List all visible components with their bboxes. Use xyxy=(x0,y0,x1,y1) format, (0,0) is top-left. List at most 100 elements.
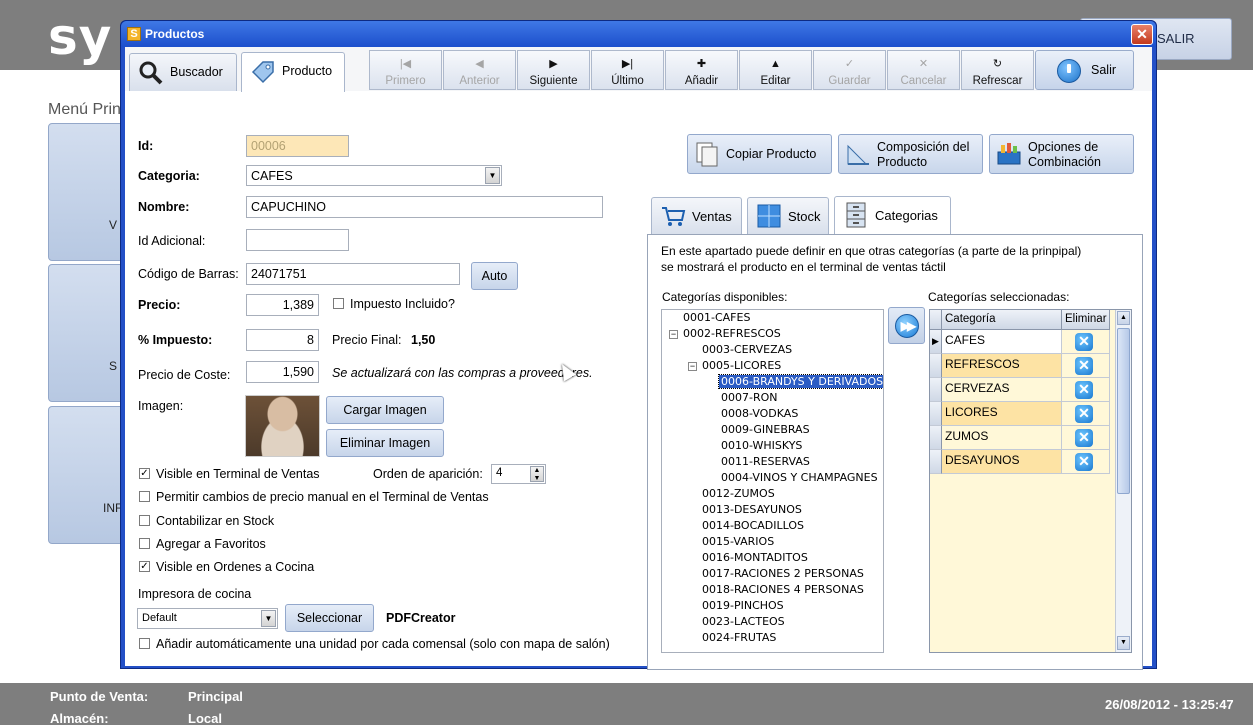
auto-button[interactable]: Auto xyxy=(471,262,518,290)
grid-header-categoria[interactable]: Categoría xyxy=(942,310,1062,330)
delete-icon[interactable]: ✕ xyxy=(1075,405,1093,423)
impuesto-incluido-checkbox[interactable] xyxy=(333,298,344,309)
add-button[interactable]: ✚ Añadir xyxy=(665,50,738,90)
grid-row[interactable]: REFRESCOS ✕ xyxy=(930,354,1110,378)
visible-cocina-checkbox[interactable]: ✓ xyxy=(139,561,150,572)
scroll-down-icon[interactable]: ▼ xyxy=(1117,636,1130,650)
next-icon: ▶ xyxy=(549,58,558,70)
delete-icon[interactable]: ✕ xyxy=(1075,453,1093,471)
nombre-field[interactable]: CAPUCHINO xyxy=(246,196,603,218)
precio-field[interactable]: 1,389 xyxy=(246,294,319,316)
punto-value: Principal xyxy=(188,689,243,704)
copiar-producto-button[interactable]: Copiar Producto xyxy=(687,134,832,174)
chevron-down-icon[interactable]: ▼ xyxy=(261,610,276,627)
collapse-icon[interactable]: − xyxy=(669,330,678,339)
delete-icon[interactable]: ✕ xyxy=(1075,381,1093,399)
tree-node[interactable]: 0024-FRUTAS xyxy=(702,631,776,644)
delete-icon[interactable]: ✕ xyxy=(1075,333,1093,351)
tree-node[interactable]: 0005-LICORES xyxy=(702,359,781,372)
tab-categorias[interactable]: Categorias xyxy=(834,196,951,235)
scroll-thumb[interactable] xyxy=(1117,328,1130,494)
opciones-combinacion-button[interactable]: Opciones de Combinación xyxy=(989,134,1134,174)
grid-row[interactable]: CERVEZAS ✕ xyxy=(930,378,1110,402)
grid-cell-categoria[interactable]: CERVEZAS xyxy=(942,378,1062,402)
codigo-barras-field[interactable]: 24071751 xyxy=(246,263,460,285)
tree-node[interactable]: 0013-DESAYUNOS xyxy=(702,503,802,516)
grid-cell-categoria[interactable]: REFRESCOS xyxy=(942,354,1062,378)
row-indicator xyxy=(930,354,942,378)
chevron-down-icon[interactable]: ▼ xyxy=(485,167,500,184)
categories-tree[interactable]: − − 0001-CAFES 0002-REFRESCOS 0003-CERVE… xyxy=(661,309,884,653)
tree-node[interactable]: 0012-ZUMOS xyxy=(702,487,775,500)
tree-node[interactable]: 0010-WHISKYS xyxy=(721,439,802,452)
cancel-button[interactable]: ✕ Cancelar xyxy=(887,50,960,90)
grid-cell-categoria[interactable]: ZUMOS xyxy=(942,426,1062,450)
tree-node[interactable]: 0019-PINCHOS xyxy=(702,599,784,612)
delete-icon[interactable]: ✕ xyxy=(1075,357,1093,375)
tree-node[interactable]: 0007-RON xyxy=(721,391,778,404)
grid-row[interactable]: LICORES ✕ xyxy=(930,402,1110,426)
seleccionar-button[interactable]: Seleccionar xyxy=(285,604,374,632)
anadir-comensal-checkbox[interactable] xyxy=(139,638,150,649)
edit-button[interactable]: ▲ Editar xyxy=(739,50,812,90)
grid-row[interactable]: ▶ CAFES ✕ xyxy=(930,330,1110,354)
close-button[interactable]: ✕ xyxy=(1131,24,1153,45)
next-button[interactable]: ▶ Siguiente xyxy=(517,50,590,90)
collapse-icon[interactable]: − xyxy=(688,362,697,371)
precio-coste-label: Precio de Coste: xyxy=(138,368,231,382)
tree-node[interactable]: 0002-REFRESCOS xyxy=(683,327,781,340)
grid-cell-categoria[interactable]: LICORES xyxy=(942,402,1062,426)
tree-node[interactable]: 0016-MONTADITOS xyxy=(702,551,808,564)
favoritos-checkbox[interactable] xyxy=(139,538,150,549)
tab-producto[interactable]: Producto xyxy=(241,52,345,92)
tree-node[interactable]: 0023-LACTEOS xyxy=(702,615,785,628)
tree-node[interactable]: 0008-VODKAS xyxy=(721,407,798,420)
grid-cell-categoria[interactable]: DESAYUNOS xyxy=(942,450,1062,474)
grid-header-eliminar[interactable]: Eliminar xyxy=(1062,310,1110,330)
cargar-imagen-button[interactable]: Cargar Imagen xyxy=(326,396,444,424)
tree-node[interactable]: 0014-BOCADILLOS xyxy=(702,519,804,532)
eliminar-imagen-button[interactable]: Eliminar Imagen xyxy=(326,429,444,457)
categoria-select[interactable]: CAFES ▼ xyxy=(246,165,502,186)
tree-node[interactable]: 0017-RACIONES 2 PERSONAS xyxy=(702,567,864,580)
tree-node[interactable]: 0011-RESERVAS xyxy=(721,455,810,468)
tree-node-selected[interactable]: 0006-BRANDYS Y DERIVADOS xyxy=(717,374,883,389)
tree-node[interactable]: 0004-VINOS Y CHAMPAGNES xyxy=(721,471,878,484)
delete-icon[interactable]: ✕ xyxy=(1075,429,1093,447)
refresh-button[interactable]: ↻ Refrescar xyxy=(961,50,1034,90)
tree-node[interactable]: 0001-CAFES xyxy=(683,311,750,324)
composicion-button[interactable]: Composición del Producto xyxy=(838,134,983,174)
tree-node[interactable]: 0009-GINEBRAS xyxy=(721,423,810,436)
id-adicional-field[interactable] xyxy=(246,229,349,251)
precio-manual-checkbox[interactable] xyxy=(139,491,150,502)
vertical-scrollbar[interactable]: ▲ ▼ xyxy=(1115,310,1131,652)
tree-node[interactable]: 0015-VARIOS xyxy=(702,535,774,548)
grid-cell-categoria[interactable]: CAFES xyxy=(942,330,1062,354)
tab-ventas[interactable]: Ventas xyxy=(651,197,742,234)
menu-tile[interactable]: S xyxy=(48,264,128,402)
spinner-arrows-icon[interactable]: ▲ ▼ xyxy=(530,466,544,482)
orden-spinner[interactable]: 4 ▲ ▼ xyxy=(491,464,546,484)
tree-node[interactable]: 0003-CERVEZAS xyxy=(702,343,792,356)
grid-row[interactable]: ZUMOS ✕ xyxy=(930,426,1110,450)
impuesto-field[interactable]: 8 xyxy=(246,329,319,351)
previous-button[interactable]: ◀ Anterior xyxy=(443,50,516,90)
selected-categories-grid[interactable]: Categoría Eliminar ▶ CAFES ✕ REFRESCOS ✕… xyxy=(929,309,1132,653)
contabilizar-stock-checkbox[interactable] xyxy=(139,515,150,526)
save-button[interactable]: ✓ Guardar xyxy=(813,50,886,90)
window-titlebar[interactable]: S Productos ✕ xyxy=(121,21,1156,47)
salir-button[interactable]: Salir xyxy=(1035,50,1134,90)
precio-coste-field[interactable]: 1,590 xyxy=(246,361,319,383)
menu-tile[interactable]: V xyxy=(48,123,128,261)
menu-tile[interactable]: INF xyxy=(48,406,128,544)
impresora-select[interactable]: Default ▼ xyxy=(137,608,278,629)
tree-node[interactable]: 0018-RACIONES 4 PERSONAS xyxy=(702,583,864,596)
tab-stock[interactable]: Stock xyxy=(747,197,829,234)
add-category-button[interactable]: ▶▶ xyxy=(888,307,925,344)
scroll-up-icon[interactable]: ▲ xyxy=(1117,311,1130,325)
grid-row[interactable]: DESAYUNOS ✕ xyxy=(930,450,1110,474)
first-button[interactable]: |◀ Primero xyxy=(369,50,442,90)
visible-terminal-checkbox[interactable]: ✓ xyxy=(139,468,150,479)
tab-buscador[interactable]: Buscador xyxy=(129,53,237,91)
last-button[interactable]: ▶| Último xyxy=(591,50,664,90)
